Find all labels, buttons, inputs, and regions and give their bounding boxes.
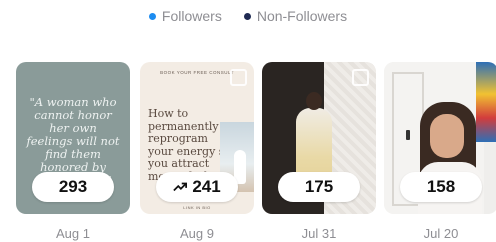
reach-count-badge: 175 <box>278 172 360 202</box>
post-date: Jul 20 <box>423 226 459 241</box>
trending-up-icon <box>173 182 188 192</box>
post-thumbnail-1[interactable]: "A woman who cannot honor her own feelin… <box>16 62 130 214</box>
post-thumbnail-3[interactable]: 175 <box>262 62 376 214</box>
door-handle <box>406 130 410 140</box>
wall-art <box>476 62 496 142</box>
post-date: Aug 1 <box>56 226 90 241</box>
legend-label: Followers <box>161 8 222 24</box>
reach-count: 293 <box>58 177 88 196</box>
carousel-icon <box>230 69 247 86</box>
followers-dot-icon <box>148 12 156 20</box>
reach-count-badge: 158 <box>400 172 482 202</box>
reach-count: 241 <box>192 177 221 196</box>
chart-legend: Followers Non-Followers <box>0 8 496 24</box>
person-head <box>306 92 322 110</box>
post-thumbnail-4[interactable]: 158 <box>384 62 496 214</box>
reach-count-badge: 241 <box>156 172 238 202</box>
post-date: Aug 9 <box>180 226 214 241</box>
post-handle-text: LINK IN BIO <box>183 205 211 210</box>
post-date: Jul 31 <box>301 226 337 241</box>
legend-item-followers: Followers <box>148 8 222 24</box>
legend-item-non-followers: Non-Followers <box>243 8 348 24</box>
reach-count: 158 <box>426 177 456 196</box>
legend-label: Non-Followers <box>256 8 348 24</box>
non-followers-dot-icon <box>243 12 251 20</box>
person-face <box>430 114 464 158</box>
reach-count-badge: 293 <box>32 172 114 202</box>
reach-count: 175 <box>304 177 334 196</box>
carousel-icon <box>352 69 369 86</box>
post-thumbnail-2[interactable]: BOOK YOUR FREE CONSULT How to permanentl… <box>140 62 254 214</box>
